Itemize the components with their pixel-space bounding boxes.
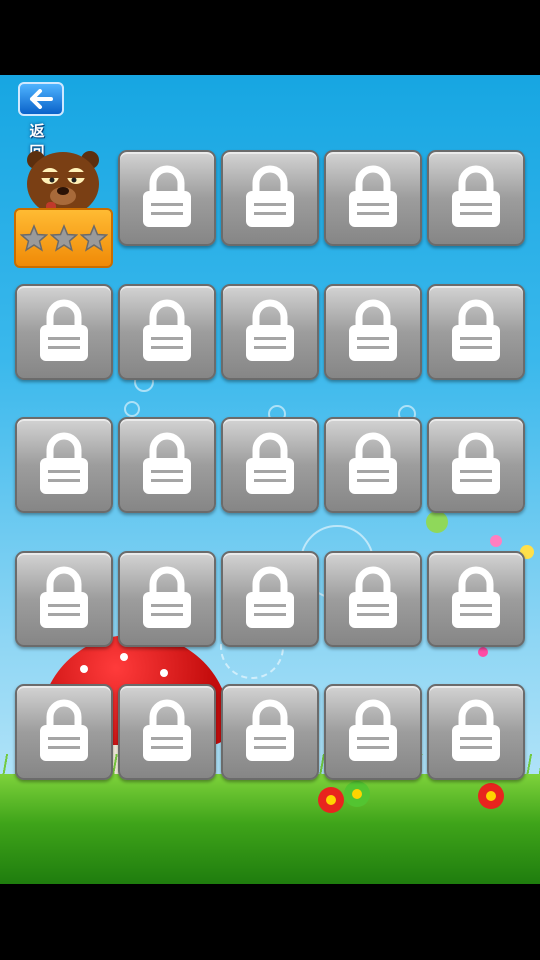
star-icon xyxy=(50,224,78,252)
locked-level-8[interactable] xyxy=(221,284,319,380)
locked-level-2[interactable] xyxy=(118,150,216,246)
locked-level-25[interactable] xyxy=(427,684,525,780)
locked-level-13[interactable] xyxy=(221,417,319,513)
back-button[interactable] xyxy=(18,82,64,116)
level-1-button[interactable] xyxy=(14,150,113,270)
padlock-icon xyxy=(40,566,88,628)
padlock-icon xyxy=(143,699,191,761)
grass-ground xyxy=(0,774,540,884)
padlock-icon xyxy=(40,432,88,494)
locked-level-9[interactable] xyxy=(324,284,422,380)
padlock-icon xyxy=(143,432,191,494)
padlock-icon xyxy=(349,432,397,494)
padlock-icon xyxy=(452,432,500,494)
padlock-icon xyxy=(246,299,294,361)
left-arrow-icon xyxy=(30,89,53,109)
locked-level-10[interactable] xyxy=(427,284,525,380)
padlock-icon xyxy=(452,299,500,361)
padlock-icon xyxy=(143,165,191,227)
locked-level-5[interactable] xyxy=(427,150,525,246)
locked-level-17[interactable] xyxy=(118,551,216,647)
padlock-icon xyxy=(246,432,294,494)
dot-decoration xyxy=(490,535,502,547)
padlock-icon xyxy=(452,699,500,761)
locked-level-15[interactable] xyxy=(427,417,525,513)
padlock-icon xyxy=(246,699,294,761)
flower-decoration xyxy=(478,783,504,809)
padlock-icon xyxy=(349,566,397,628)
star-icon xyxy=(20,224,48,252)
padlock-icon xyxy=(349,699,397,761)
bubble-decoration xyxy=(124,401,140,417)
flower-decoration xyxy=(344,781,370,807)
padlock-icon xyxy=(452,566,500,628)
locked-level-12[interactable] xyxy=(118,417,216,513)
locked-level-16[interactable] xyxy=(15,551,113,647)
locked-level-23[interactable] xyxy=(221,684,319,780)
locked-level-11[interactable] xyxy=(15,417,113,513)
padlock-icon xyxy=(40,299,88,361)
locked-level-4[interactable] xyxy=(324,150,422,246)
locked-level-19[interactable] xyxy=(324,551,422,647)
padlock-icon xyxy=(349,299,397,361)
locked-level-21[interactable] xyxy=(15,684,113,780)
padlock-icon xyxy=(246,165,294,227)
padlock-icon xyxy=(143,299,191,361)
dot-decoration xyxy=(426,511,448,533)
dot-decoration xyxy=(478,647,488,657)
locked-level-20[interactable] xyxy=(427,551,525,647)
star-icon xyxy=(80,224,108,252)
padlock-icon xyxy=(349,165,397,227)
locked-level-6[interactable] xyxy=(15,284,113,380)
locked-level-22[interactable] xyxy=(118,684,216,780)
locked-level-24[interactable] xyxy=(324,684,422,780)
locked-level-7[interactable] xyxy=(118,284,216,380)
padlock-icon xyxy=(246,566,294,628)
locked-level-18[interactable] xyxy=(221,551,319,647)
locked-level-3[interactable] xyxy=(221,150,319,246)
flower-decoration xyxy=(318,787,344,813)
padlock-icon xyxy=(452,165,500,227)
locked-level-14[interactable] xyxy=(324,417,422,513)
padlock-icon xyxy=(143,566,191,628)
padlock-icon xyxy=(40,699,88,761)
